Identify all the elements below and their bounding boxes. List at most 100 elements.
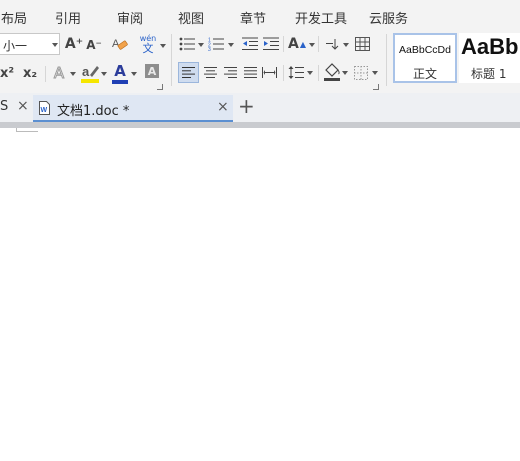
close-icon[interactable]: × — [17, 98, 29, 114]
char-shading-icon: A — [147, 64, 157, 78]
svg-text:3: 3 — [208, 47, 211, 51]
align-left-button[interactable] — [178, 62, 199, 83]
align-right-button[interactable] — [221, 63, 239, 82]
line-spacing-icon — [288, 66, 304, 79]
superscript-button[interactable]: x² — [0, 63, 14, 83]
bullet-list-icon — [179, 37, 195, 51]
align-center-icon — [203, 67, 217, 78]
chevron-down-icon[interactable] — [131, 72, 137, 76]
font-size-select[interactable]: 小一 — [0, 33, 60, 55]
menu-review[interactable]: 审阅 — [117, 8, 143, 27]
shading-button[interactable] — [322, 61, 342, 83]
border-icon — [354, 65, 368, 80]
font-color-swatch — [112, 79, 128, 84]
menu-developer[interactable]: 开发工具 — [295, 8, 347, 27]
align-left-icon — [182, 67, 195, 78]
menu-bar: 布局 引用 审阅 视图 章节 开发工具 云服务 — [0, 0, 520, 30]
bullet-list-button[interactable] — [178, 35, 196, 53]
style-normal-preview: AaBbCcDd — [399, 44, 451, 56]
align-justify-icon — [243, 67, 257, 78]
document-tab-bar: S × W 文档1.doc * × + — [0, 93, 520, 122]
chevron-down-icon[interactable] — [342, 71, 348, 75]
borders-button[interactable] — [352, 63, 370, 82]
sort-button[interactable] — [323, 35, 341, 53]
divider — [386, 34, 387, 86]
text-effect-icon: A — [53, 64, 65, 83]
outdent-icon — [242, 37, 258, 50]
text-direction-icon: A — [288, 36, 299, 52]
chevron-down-icon[interactable] — [198, 43, 204, 47]
new-tab-icon[interactable]: + — [238, 94, 255, 118]
chevron-down-icon[interactable] — [372, 71, 378, 75]
divider — [283, 36, 284, 52]
divider — [318, 65, 319, 81]
line-spacing-button[interactable] — [287, 63, 305, 82]
table-grid-icon — [354, 37, 370, 51]
highlight-button[interactable]: a — [79, 61, 101, 85]
font-dialog-launcher-icon[interactable] — [157, 84, 163, 90]
increase-indent-button[interactable] — [262, 35, 280, 53]
grow-font-button[interactable]: A⁺ — [65, 34, 83, 54]
pinyin-bottom-label: 文 — [142, 41, 154, 55]
style-heading-1-preview: AaBb — [461, 34, 519, 59]
style-normal-label: 正文 — [412, 67, 437, 81]
char-shading-button[interactable]: A — [145, 64, 159, 78]
table-button[interactable] — [353, 35, 371, 53]
text-effect-button[interactable]: A — [50, 63, 68, 83]
menu-view[interactable]: 视图 — [178, 8, 204, 27]
eraser-icon: A — [112, 38, 128, 50]
chevron-down-icon[interactable] — [309, 43, 315, 47]
superscript-icon: x² — [0, 65, 15, 81]
previous-tab-title[interactable]: S — [0, 99, 8, 114]
page-corner-mark — [16, 131, 38, 132]
paragraph-dialog-launcher-icon[interactable] — [373, 84, 379, 90]
numbered-list-icon: 1 2 3 — [208, 38, 224, 51]
shrink-font-icon: A⁻ — [86, 38, 102, 52]
chevron-down-icon[interactable] — [343, 43, 349, 47]
distributed-align-button[interactable] — [260, 63, 279, 82]
numbered-list-button[interactable]: 1 2 3 — [207, 35, 225, 53]
divider — [171, 34, 172, 86]
chevron-down-icon[interactable] — [228, 43, 234, 47]
style-heading-1-label: 标题 1 — [471, 67, 507, 81]
chevron-down-icon[interactable] — [70, 72, 76, 76]
indent-icon — [263, 37, 279, 50]
font-color-icon: A — [114, 61, 126, 80]
font-color-button[interactable]: A — [111, 61, 129, 85]
document-editor-area[interactable] — [0, 128, 520, 461]
justify-button[interactable] — [241, 63, 259, 82]
shrink-font-button[interactable]: A⁻ — [86, 35, 102, 55]
arrow-icon: ▲ — [299, 39, 306, 49]
menu-cloud[interactable]: 云服务 — [369, 8, 408, 27]
sort-icon — [326, 39, 339, 50]
chevron-down-icon[interactable] — [101, 72, 107, 76]
document-icon: W — [39, 101, 50, 115]
decrease-indent-button[interactable] — [241, 35, 259, 53]
paint-bucket-icon — [324, 63, 340, 81]
chevron-down-icon[interactable] — [160, 44, 166, 48]
chevron-down-icon[interactable] — [307, 71, 313, 75]
menu-section[interactable]: 章节 — [240, 8, 266, 27]
text-direction-button[interactable]: A ▲ — [287, 34, 307, 54]
menu-layout[interactable]: 布局 — [1, 8, 27, 27]
chevron-down-icon — [52, 43, 58, 47]
divider — [283, 65, 284, 81]
highlighter-icon: a — [81, 64, 99, 83]
active-tab-title: 文档1.doc * — [57, 104, 130, 119]
style-heading-1[interactable]: AaBb 标题 1 — [459, 33, 520, 83]
tab-document-1[interactable]: W 文档1.doc * × — [33, 95, 233, 122]
subscript-icon: x₂ — [22, 65, 38, 81]
close-icon[interactable]: × — [217, 99, 229, 115]
ribbon-toolbar: 小一 A⁺ A⁻ A wén 文 x² x₂ A a A A 1 2 3 A ▲… — [0, 30, 520, 93]
pinyin-guide-button[interactable]: wén 文 — [137, 32, 159, 56]
divider — [45, 66, 46, 82]
style-normal[interactable]: AaBbCcDd 正文 — [393, 33, 457, 83]
grow-font-icon: A⁺ — [64, 36, 84, 52]
menu-references[interactable]: 引用 — [55, 8, 81, 27]
align-right-icon — [223, 67, 237, 78]
svg-text:A: A — [112, 38, 120, 50]
svg-text:W: W — [41, 107, 48, 114]
clear-format-button[interactable]: A — [110, 34, 130, 54]
align-center-button[interactable] — [201, 63, 219, 82]
subscript-button[interactable]: x₂ — [20, 63, 40, 83]
